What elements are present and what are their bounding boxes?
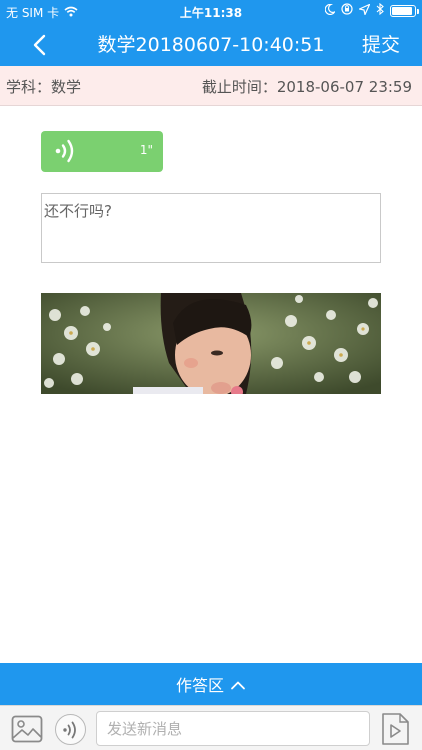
deadline-label: 截止时间：2018-06-07 23:59 (201, 78, 412, 96)
rotation-lock-icon (341, 3, 353, 18)
answer-area-toggle[interactable]: 作答区 (0, 663, 422, 705)
subject-label: 学科：数学 (6, 78, 82, 96)
status-right (324, 2, 419, 18)
chevron-up-icon (230, 675, 246, 694)
answer-text-box: 还不行吗? (41, 193, 381, 263)
voice-icon (62, 721, 76, 738)
attached-photo[interactable] (41, 293, 381, 394)
battery-icon (390, 4, 419, 17)
back-button[interactable] (22, 28, 56, 62)
voice-message-bubble[interactable]: 1" (41, 131, 163, 172)
submit-button[interactable]: 提交 (362, 30, 400, 57)
message-input[interactable] (96, 711, 370, 746)
send-button[interactable] (380, 712, 410, 746)
voice-duration: 1" (139, 143, 153, 157)
image-icon (11, 715, 43, 743)
send-icon (382, 713, 409, 745)
status-bar: 无 SIM 卡 上午11:38 (0, 0, 422, 22)
assignment-info-bar: 学科：数学 截止时间：2018-06-07 23:59 (0, 66, 422, 106)
moon-icon (324, 3, 337, 18)
image-picker-button[interactable] (10, 712, 44, 746)
bluetooth-icon (376, 2, 384, 18)
location-icon (357, 2, 371, 18)
voice-record-button[interactable] (55, 714, 86, 745)
voice-wave-icon (53, 138, 79, 168)
page-title: 数学20180607-10:40:51 (97, 34, 325, 56)
message-composer (0, 705, 422, 750)
answer-area-label: 作答区 (175, 676, 224, 695)
